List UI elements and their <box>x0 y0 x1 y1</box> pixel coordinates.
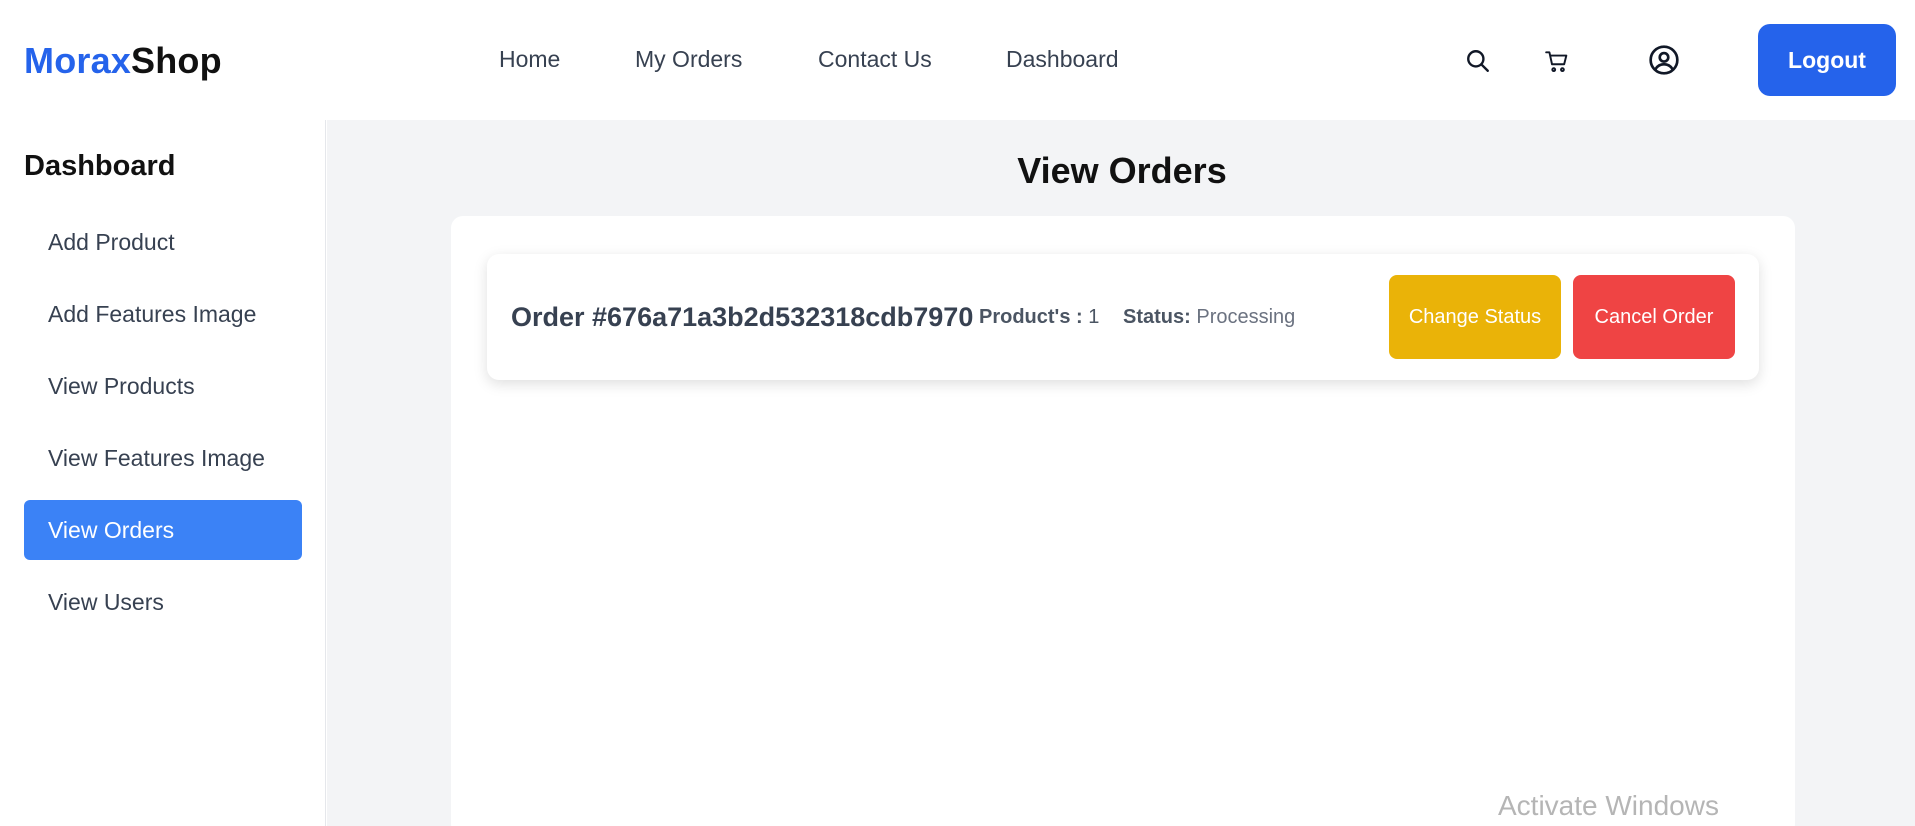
sidebar-item-label: View Users <box>48 588 164 615</box>
page-title: View Orders <box>1017 150 1227 191</box>
nav-link-my-orders[interactable]: My Orders <box>635 46 742 73</box>
search-icon[interactable] <box>1465 48 1491 79</box>
cart-icon[interactable] <box>1543 48 1571 79</box>
logout-button[interactable]: Logout <box>1758 24 1896 96</box>
orders-panel: Order #676a71a3b2d532318cdb7970 Product'… <box>451 216 1795 826</box>
status-label: Status: <box>1123 306 1191 328</box>
order-status: Status: Processing <box>1123 306 1295 329</box>
sidebar-item-label: View Products <box>48 372 195 399</box>
top-navbar: MoraxShop Home My Orders Contact Us Dash… <box>0 0 1915 120</box>
sidebar-title: Dashboard <box>24 150 176 182</box>
sidebar: Dashboard Add Product Add Features Image… <box>0 120 326 826</box>
activate-windows-watermark: Activate Windows <box>1498 790 1719 821</box>
nav-link-contact-us[interactable]: Contact Us <box>818 46 932 73</box>
user-circle-icon[interactable] <box>1648 44 1680 81</box>
sidebar-item-add-product[interactable]: Add Product <box>24 212 302 272</box>
sidebar-item-view-features-image[interactable]: View Features Image <box>24 428 302 488</box>
order-id: Order #676a71a3b2d532318cdb7970 <box>511 302 974 332</box>
sidebar-item-view-products[interactable]: View Products <box>24 356 302 416</box>
sidebar-item-label: View Orders <box>48 516 175 543</box>
products-count: 1 <box>1088 306 1100 328</box>
status-value: Processing <box>1196 306 1296 328</box>
main-content: View Orders Order #676a71a3b2d532318cdb7… <box>327 120 1915 826</box>
sidebar-item-view-users[interactable]: View Users <box>24 572 302 632</box>
sidebar-item-label: Add Product <box>48 228 175 255</box>
order-card: Order #676a71a3b2d532318cdb7970 Product'… <box>487 254 1759 380</box>
products-label: Product's : <box>979 306 1083 328</box>
sidebar-item-label: Add Features Image <box>48 300 257 327</box>
nav-link-home[interactable]: Home <box>499 46 560 73</box>
nav-link-dashboard[interactable]: Dashboard <box>1006 46 1119 73</box>
sidebar-item-add-features-image[interactable]: Add Features Image <box>24 284 302 344</box>
order-products: Product's : 1 <box>979 306 1099 329</box>
sidebar-item-view-orders[interactable]: View Orders <box>24 500 302 560</box>
main-nav: Home My Orders Contact Us Dashboard <box>0 46 1915 78</box>
change-status-button[interactable]: Change Status <box>1389 275 1561 359</box>
sidebar-item-label: View Features Image <box>48 444 265 471</box>
cancel-order-button[interactable]: Cancel Order <box>1573 275 1735 359</box>
